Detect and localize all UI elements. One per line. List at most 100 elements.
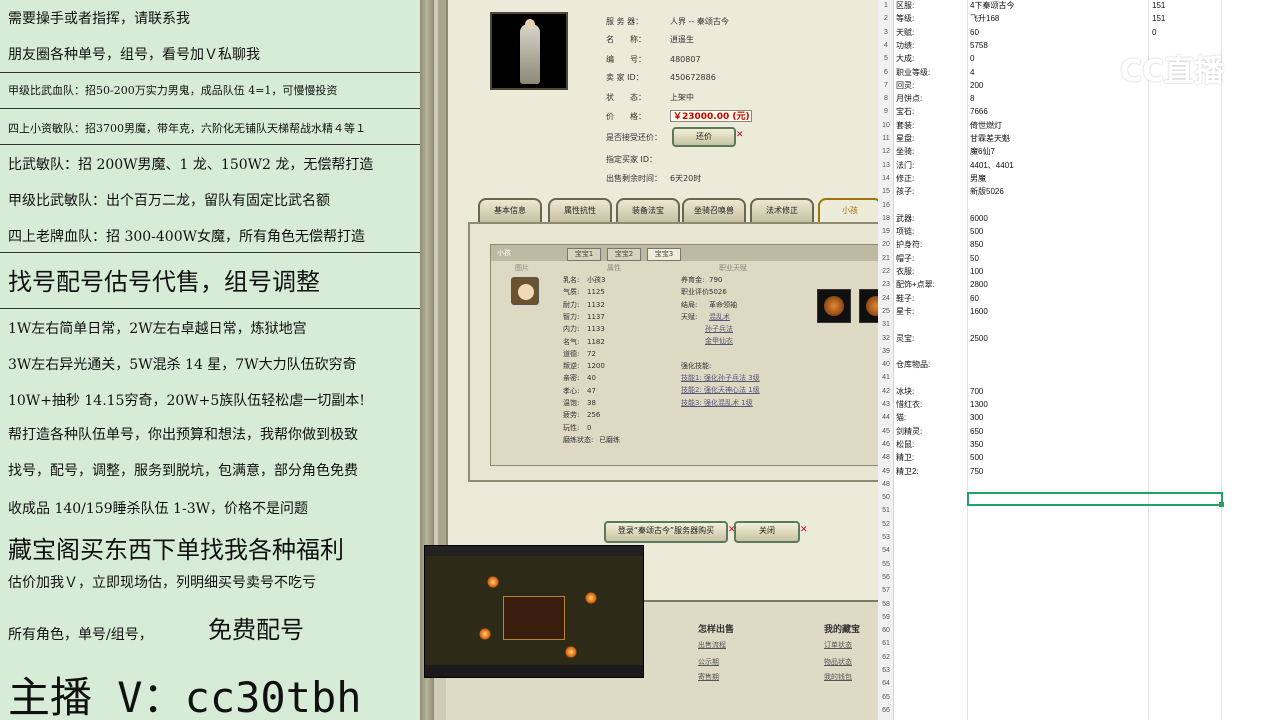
cell-b[interactable]: 0: [970, 54, 974, 63]
cell-b[interactable]: 500: [970, 227, 983, 236]
tab-basic-info[interactable]: 基本信息: [478, 198, 542, 222]
fire-icon: [565, 646, 577, 658]
cell-b[interactable]: 4下秦颂古今: [970, 1, 1014, 10]
cell-a[interactable]: 护身符:: [896, 240, 922, 249]
selected-cell[interactable]: [967, 492, 1223, 506]
cell-a[interactable]: 星盘:: [896, 134, 914, 143]
cell-a[interactable]: 松鼠:: [896, 440, 914, 449]
close-button[interactable]: 关闭: [734, 521, 800, 543]
cell-a[interactable]: 职业等级:: [896, 68, 930, 77]
cell-a[interactable]: 惜红衣:: [896, 400, 922, 409]
cell-b[interactable]: 1300: [970, 400, 988, 409]
cell-b[interactable]: 8: [970, 94, 974, 103]
cell-a[interactable]: 套装:: [896, 121, 914, 130]
cell-b[interactable]: 50: [970, 254, 979, 263]
tab-spells[interactable]: 法术修正: [750, 198, 814, 222]
item-slot-1[interactable]: [817, 289, 851, 323]
cell-b[interactable]: 飞升168: [970, 14, 999, 23]
cell-c[interactable]: 151: [1152, 14, 1165, 23]
cell-b[interactable]: 1600: [970, 307, 988, 316]
cell-b[interactable]: 5758: [970, 41, 988, 50]
sub-tab-baby-3[interactable]: 宝宝3: [647, 248, 681, 261]
cell-b[interactable]: 4: [970, 68, 974, 77]
sheet-row: 13 法门: 4401、4401: [878, 161, 1280, 170]
row-number: 21: [882, 254, 890, 262]
row-number: 5: [884, 55, 888, 63]
skill-link[interactable]: 技能2: 强化天神心法 1级: [681, 385, 760, 395]
cell-a[interactable]: 精卫2:: [896, 467, 919, 476]
cell-b[interactable]: 6000: [970, 214, 988, 223]
cell-a[interactable]: 猫:: [896, 413, 906, 422]
link-sell-process[interactable]: 出售流程: [698, 640, 726, 650]
cell-a[interactable]: 法门:: [896, 161, 914, 170]
link-consign-period[interactable]: 寄售期: [698, 672, 719, 682]
row-number: 56: [882, 573, 890, 581]
ad-line: 帮打造各种队伍单号，你出预算和想法，我帮你做到极致: [8, 427, 358, 443]
link-my-wallet[interactable]: 我的钱包: [824, 672, 852, 682]
bargain-button[interactable]: 还价: [672, 127, 736, 147]
cell-b[interactable]: 750: [970, 467, 983, 476]
cell-c[interactable]: 151: [1152, 1, 1165, 10]
cell-b[interactable]: 100: [970, 267, 983, 276]
skill-link[interactable]: 技能3: 强化混乱术 1级: [681, 398, 753, 408]
cell-a[interactable]: 仓库物品:: [896, 360, 930, 369]
cell-c[interactable]: 0: [1152, 28, 1156, 37]
cell-b[interactable]: 200: [970, 81, 983, 90]
cell-a[interactable]: 宝石:: [896, 107, 914, 116]
cell-b[interactable]: 650: [970, 427, 983, 436]
item-slot-2[interactable]: [859, 289, 878, 323]
cell-b[interactable]: 甘霖差天魁: [970, 134, 1010, 143]
cell-a[interactable]: 天赋:: [896, 28, 914, 37]
cell-a[interactable]: 项链:: [896, 227, 914, 236]
cell-b[interactable]: 300: [970, 413, 983, 422]
cell-a[interactable]: 孩子:: [896, 187, 914, 196]
cell-b[interactable]: 男魔: [970, 174, 986, 183]
cell-a[interactable]: 灵宝:: [896, 334, 914, 343]
cell-a[interactable]: 鞋子:: [896, 294, 914, 303]
cell-b[interactable]: 7666: [970, 107, 988, 116]
tab-attributes[interactable]: 属性抗性: [548, 198, 612, 222]
sub-tab-baby-1[interactable]: 宝宝1: [567, 248, 601, 261]
cell-b[interactable]: 2500: [970, 334, 988, 343]
cell-a[interactable]: 精卫:: [896, 453, 914, 462]
cell-a[interactable]: 星卡:: [896, 307, 914, 316]
child-career-value[interactable]: 混乱术: [709, 313, 730, 321]
login-server-buy-button[interactable]: 登录“秦颂古今”服务器购买: [604, 521, 728, 543]
cell-b[interactable]: 魔6仙7: [970, 147, 995, 156]
cell-a[interactable]: 修正:: [896, 174, 914, 183]
cell-a[interactable]: 功绩:: [896, 41, 914, 50]
tab-child[interactable]: 小孩: [818, 198, 878, 222]
cell-a[interactable]: 配饰+点翠:: [896, 280, 935, 289]
cell-b[interactable]: 4401、4401: [970, 161, 1014, 170]
link-item-status[interactable]: 物品状态: [824, 657, 852, 667]
talent-link[interactable]: 孙子兵法: [705, 324, 733, 334]
cell-b[interactable]: 60: [970, 28, 979, 37]
cell-b[interactable]: 850: [970, 240, 983, 249]
cell-a[interactable]: 大成:: [896, 54, 914, 63]
cell-a[interactable]: 回灵:: [896, 81, 914, 90]
cell-a[interactable]: 坐骑:: [896, 147, 914, 156]
cell-b[interactable]: 700: [970, 387, 983, 396]
cell-a[interactable]: 武器:: [896, 214, 914, 223]
cell-b[interactable]: 新版5026: [970, 187, 1004, 196]
talent-link[interactable]: 金甲仙衣: [705, 336, 733, 346]
cell-a[interactable]: 月饼点:: [896, 94, 922, 103]
cell-a[interactable]: 剑精灵:: [896, 427, 922, 436]
cell-b[interactable]: 60: [970, 294, 979, 303]
tab-equipment[interactable]: 装备法宝: [616, 198, 680, 222]
cell-a[interactable]: 等级:: [896, 14, 914, 23]
cell-b[interactable]: 500: [970, 453, 983, 462]
link-order-status[interactable]: 订单状态: [824, 640, 852, 650]
cell-a[interactable]: 区服:: [896, 1, 914, 10]
cell-b[interactable]: 350: [970, 440, 983, 449]
cell-b[interactable]: 2800: [970, 280, 988, 289]
tab-mounts-pets[interactable]: 坐骑召唤兽: [682, 198, 746, 222]
link-public-period[interactable]: 公示期: [698, 657, 719, 667]
skill-link[interactable]: 技能1: 强化孙子兵法 3级: [681, 373, 760, 383]
fill-handle[interactable]: [1219, 502, 1224, 507]
cell-a[interactable]: 冰块:: [896, 387, 914, 396]
cell-a[interactable]: 衣服:: [896, 267, 914, 276]
cell-b[interactable]: 倚世燃灯: [970, 121, 1002, 130]
sub-tab-baby-2[interactable]: 宝宝2: [607, 248, 641, 261]
cell-a[interactable]: 帽子:: [896, 254, 914, 263]
